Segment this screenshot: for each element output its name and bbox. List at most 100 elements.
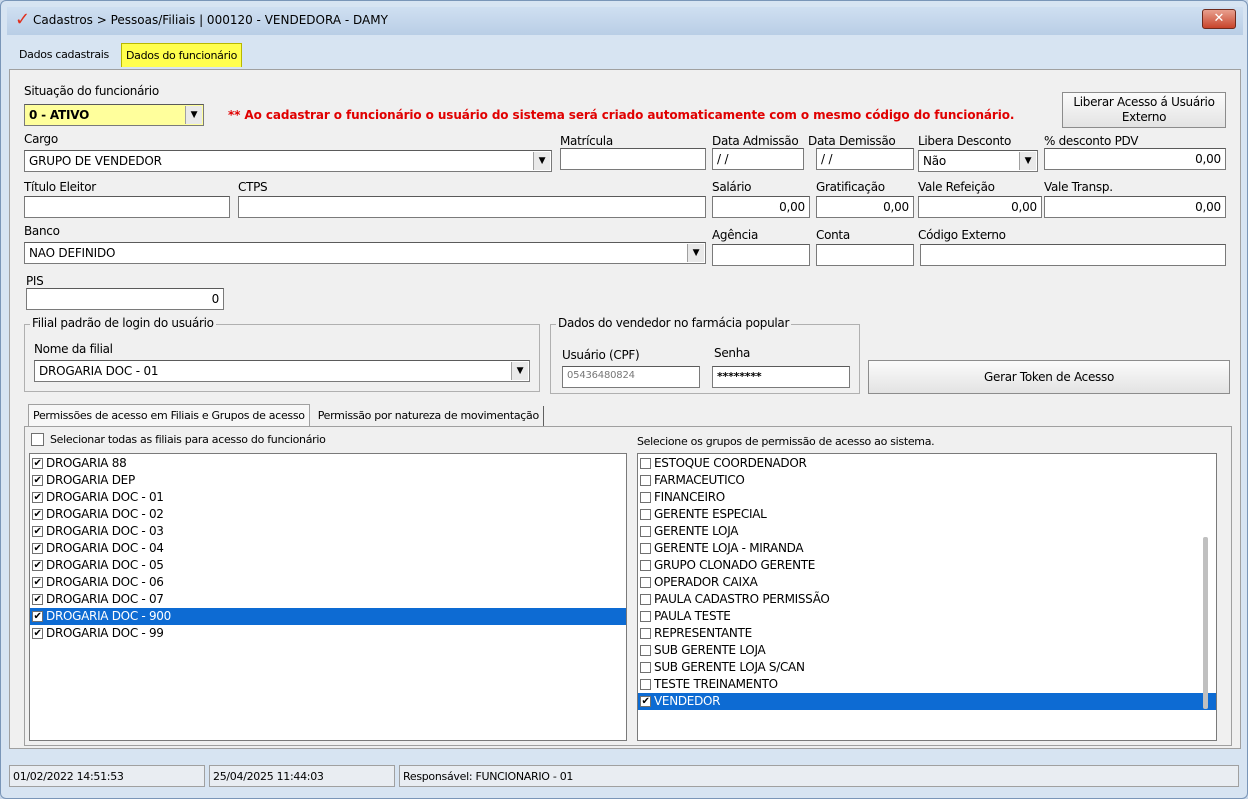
grupo-item[interactable]: SUB GERENTE LOJA [638,642,1216,659]
checkbox[interactable] [640,526,651,537]
matricula-input[interactable] [560,148,706,170]
vale-transp-input[interactable]: 0,00 [1044,196,1226,218]
checkbox[interactable]: ✔ [32,492,43,503]
grupo-item[interactable]: FARMACEUTICO [638,472,1216,489]
nome-filial-select[interactable]: DROGARIA DOC - 01 ▼ [34,360,530,382]
codigo-externo-input[interactable] [920,244,1226,266]
warning-text: ** Ao cadastrar o funcionário o usuário … [228,108,1015,122]
grupo-item[interactable]: GERENTE LOJA - MIRANDA [638,540,1216,557]
checkbox[interactable]: ✔ [32,458,43,469]
filial-item[interactable]: ✔ DROGARIA DOC - 99 [30,625,626,642]
filial-item[interactable]: ✔ DROGARIA 88 [30,455,626,472]
salario-input[interactable]: 0,00 [712,196,810,218]
checkbox[interactable] [640,594,651,605]
select-all-checkbox[interactable] [31,433,44,446]
checkbox[interactable]: ✔ [32,594,43,605]
ctps-input[interactable] [238,196,706,218]
checkbox[interactable] [640,492,651,503]
pis-input[interactable]: 0 [26,288,224,310]
grupo-item[interactable]: REPRESENTANTE [638,625,1216,642]
senha-label: Senha [714,346,751,360]
checkbox[interactable]: ✔ [32,611,43,622]
chevron-down-icon[interactable]: ▼ [185,106,202,124]
checkbox[interactable] [640,475,651,486]
data-demissao-input[interactable]: / / [816,148,914,170]
checkbox[interactable] [640,543,651,554]
vale-refeicao-input[interactable]: 0,00 [918,196,1042,218]
title-bar[interactable]: ✓ Cadastros > Pessoas/Filiais | 000120 -… [7,7,1243,35]
grupo-item[interactable]: FINANCEIRO [638,489,1216,506]
chevron-down-icon[interactable]: ▼ [533,152,550,170]
checkbox[interactable] [640,577,651,588]
tab-permissao-natureza[interactable]: Permissão por natureza de movimentação [314,406,544,426]
checkbox[interactable] [640,458,651,469]
chevron-down-icon[interactable]: ▼ [511,362,528,380]
situacao-select[interactable]: 0 - ATIVO ▼ [24,104,204,126]
banco-select[interactable]: NAO DEFINIDO ▼ [24,242,706,264]
chevron-down-icon[interactable]: ▼ [1019,152,1036,170]
filial-item[interactable]: ✔ DROGARIA DOC - 02 [30,506,626,523]
filial-item[interactable]: ✔ DROGARIA DEP [30,472,626,489]
checkbox[interactable]: ✔ [640,696,651,707]
checkbox[interactable] [640,679,651,690]
grupo-item[interactable]: PAULA TESTE [638,608,1216,625]
agencia-input[interactable] [712,244,810,266]
senha-input[interactable]: ******** [712,366,850,388]
grupo-item[interactable]: GERENTE LOJA [638,523,1216,540]
checkbox[interactable]: ✔ [32,560,43,571]
checkbox[interactable]: ✔ [32,526,43,537]
desconto-pdv-input[interactable]: 0,00 [1044,148,1226,170]
filiais-list[interactable]: ✔ DROGARIA 88 ✔ DROGARIA DEP ✔ DROGARIA DOC -… [29,453,627,741]
grupo-label: FARMACEUTICO [654,473,745,487]
grupo-item[interactable]: GERENTE ESPECIAL [638,506,1216,523]
filial-item[interactable]: ✔ DROGARIA DOC - 03 [30,523,626,540]
checkbox[interactable]: ✔ [32,628,43,639]
filial-item[interactable]: ✔ DROGARIA DOC - 900 [30,608,626,625]
grupo-item[interactable]: PAULA CADASTRO PERMISSÃO [638,591,1216,608]
chevron-down-icon[interactable]: ▼ [687,244,704,262]
filial-item[interactable]: ✔ DROGARIA DOC - 01 [30,489,626,506]
select-all-filiais[interactable]: Selecionar todas as filiais para acesso … [31,433,326,446]
checkbox[interactable] [640,611,651,622]
tab-permissoes-filiais[interactable]: Permissões de acesso em Filiais e Grupos… [28,404,310,426]
grupo-item[interactable]: ESTOQUE COORDENADOR [638,455,1216,472]
cargo-value: GRUPO DE VENDEDOR [29,154,162,168]
checkbox[interactable] [640,645,651,656]
cargo-select[interactable]: GRUPO DE VENDEDOR ▼ [24,150,552,172]
checkbox[interactable] [640,560,651,571]
grupos-list[interactable]: ESTOQUE COORDENADOR FARMACEUTICO FINANCEIR… [637,453,1217,741]
checkbox[interactable]: ✔ [32,475,43,486]
checkbox[interactable] [640,628,651,639]
grupo-item[interactable]: ✔ VENDEDOR [638,693,1216,710]
filial-label: DROGARIA DOC - 05 [46,558,164,572]
filial-item[interactable]: ✔ DROGARIA DOC - 07 [30,591,626,608]
grupo-item[interactable]: OPERADOR CAIXA [638,574,1216,591]
cargo-label: Cargo [24,132,58,146]
checkbox[interactable]: ✔ [32,543,43,554]
gerar-token-button[interactable]: Gerar Token de Acesso [868,360,1230,394]
tab-dados-cadastrais[interactable]: Dados cadastrais [15,43,113,67]
checkbox[interactable]: ✔ [32,577,43,588]
usuario-cpf-input[interactable]: 05436480824 [562,366,700,388]
grupo-item[interactable]: TESTE TREINAMENTO [638,676,1216,693]
grupo-label: PAULA TESTE [654,609,731,623]
checkbox[interactable] [640,509,651,520]
grupos-scrollbar[interactable] [1203,537,1208,709]
data-admissao-label: Data Admissão [712,134,799,148]
data-admissao-input[interactable]: / / [712,148,804,170]
tab-dados-funcionario[interactable]: Dados do funcionário [120,43,242,67]
libera-desconto-select[interactable]: Não ▼ [918,150,1038,172]
checkbox[interactable] [640,662,651,673]
liberar-acesso-button[interactable]: Liberar Acesso á Usuário Externo [1062,92,1226,128]
grupo-item[interactable]: GRUPO CLONADO GERENTE [638,557,1216,574]
app-window: ✓ Cadastros > Pessoas/Filiais | 000120 -… [0,0,1248,799]
filial-item[interactable]: ✔ DROGARIA DOC - 04 [30,540,626,557]
gratificacao-input[interactable]: 0,00 [816,196,914,218]
checkbox[interactable]: ✔ [32,509,43,520]
titulo-eleitor-input[interactable] [24,196,230,218]
filial-item[interactable]: ✔ DROGARIA DOC - 05 [30,557,626,574]
filial-item[interactable]: ✔ DROGARIA DOC - 06 [30,574,626,591]
close-button[interactable]: ✕ [1202,9,1236,29]
grupo-item[interactable]: SUB GERENTE LOJA S/CAN [638,659,1216,676]
conta-input[interactable] [816,244,914,266]
